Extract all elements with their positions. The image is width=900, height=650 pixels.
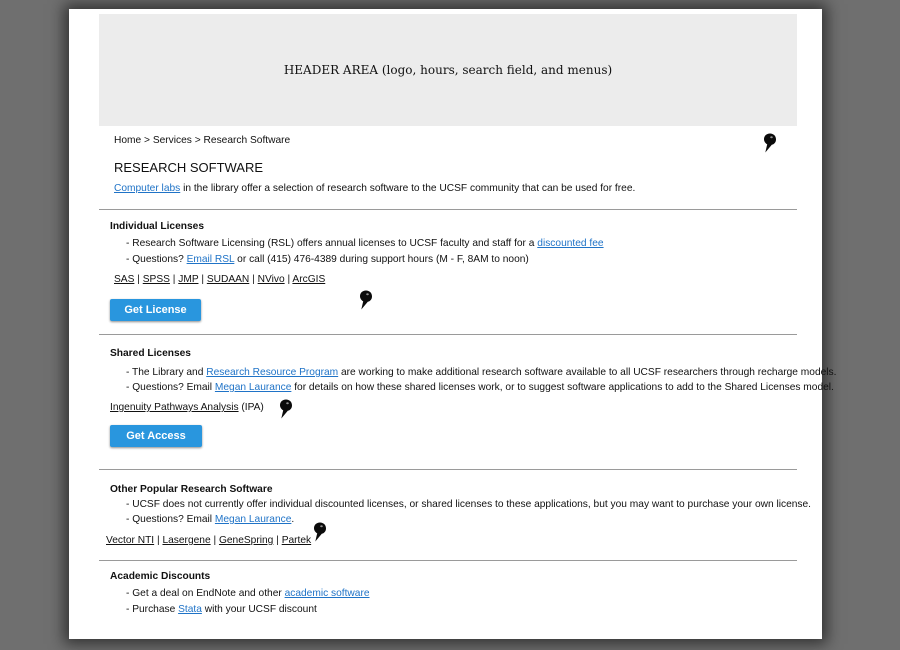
megan-laurance-link[interactable]: Megan Laurance (215, 514, 291, 525)
other-bullet-2-post: . (291, 514, 295, 525)
individual-bullet-2-post: or call (415) 476-4389 during support ho… (234, 254, 529, 265)
individual-bullet-1-text: - Research Software Licensing (RSL) offe… (126, 238, 538, 249)
academic-bullet-2-post: with your UCSF discount (201, 604, 317, 615)
shared-licenses-heading: Shared Licenses (110, 348, 191, 359)
map-pin-icon (764, 133, 776, 153)
individual-software-list: SAS | SPSS | JMP | SUDAAN | NVivo | ArcG… (114, 274, 325, 285)
get-license-button[interactable]: Get License (110, 299, 201, 321)
list-separator: | (213, 535, 217, 546)
section-divider (99, 209, 797, 210)
list-separator: | (201, 274, 204, 285)
individual-licenses-heading: Individual Licenses (110, 221, 204, 232)
other-software-list: Vector NTI | Lasergene | GeneSpring | Pa… (106, 535, 311, 546)
individual-bullet-2: - Questions? Email RSL or call (415) 476… (126, 254, 529, 265)
shared-software-list: Ingenuity Pathways Analysis (IPA) (110, 402, 264, 413)
email-rsl-link[interactable]: Email RSL (187, 254, 235, 265)
breadcrumb-separator: > (144, 135, 150, 146)
breadcrumb-home[interactable]: Home (114, 135, 141, 146)
other-bullet-1: - UCSF does not currently offer individu… (126, 499, 811, 510)
sudaan-link[interactable]: SUDAAN (207, 274, 249, 285)
list-separator: | (172, 274, 176, 285)
section-divider (99, 469, 797, 470)
megan-laurance-link[interactable]: Megan Laurance (215, 382, 291, 393)
section-divider (99, 334, 797, 335)
intro-paragraph: Computer labs in the library offer a sel… (114, 183, 635, 194)
map-pin-icon (280, 399, 292, 419)
vector-nti-link[interactable]: Vector NTI (106, 535, 154, 546)
page-canvas: HEADER AREA (logo, hours, search field, … (69, 9, 836, 639)
academic-bullet-1: - Get a deal on EndNote and other academ… (126, 588, 370, 599)
spss-link[interactable]: SPSS (143, 274, 170, 285)
breadcrumb-separator: > (194, 135, 201, 146)
map-pin-icon (314, 522, 326, 542)
header-placeholder-text: HEADER AREA (logo, hours, search field, … (283, 63, 613, 77)
individual-bullet-1: - Research Software Licensing (RSL) offe… (126, 238, 604, 249)
discounted-fee-link[interactable]: discounted fee (537, 238, 603, 249)
shared-bullet-1-pre: - The Library and (126, 367, 207, 378)
list-separator: | (276, 535, 279, 546)
shared-bullet-2-pre: - Questions? Email (126, 382, 215, 393)
intro-text: in the library offer a selection of rese… (180, 183, 636, 194)
list-separator: | (156, 535, 160, 546)
ipa-suffix: (IPA) (238, 402, 264, 413)
academic-bullet-2: - Purchase Stata with your UCSF discount (126, 604, 317, 615)
academic-software-link[interactable]: academic software (285, 588, 370, 599)
section-divider (99, 560, 797, 561)
breadcrumb-services[interactable]: Services (153, 135, 192, 146)
academic-bullet-1-pre: - Get a deal on EndNote and other (126, 588, 285, 599)
research-resource-program-link[interactable]: Research Resource Program (206, 367, 338, 378)
academic-bullet-2-pre: - Purchase (126, 604, 179, 615)
shared-bullet-2: - Questions? Email Megan Laurance for de… (126, 382, 834, 393)
breadcrumb-current: Research Software (203, 135, 291, 146)
other-bullet-2-pre: - Questions? Email (126, 514, 215, 525)
stata-link[interactable]: Stata (178, 604, 202, 615)
shared-bullet-1-post: are working to make additional research … (338, 367, 837, 378)
genespring-link[interactable]: GeneSpring (219, 535, 273, 546)
page-title: RESEARCH SOFTWARE (114, 160, 264, 175)
ingenuity-pathways-analysis-link[interactable]: Ingenuity Pathways Analysis (110, 402, 239, 413)
list-separator: | (252, 274, 255, 285)
shared-bullet-1: - The Library and Research Resource Prog… (126, 367, 836, 378)
nvivo-link[interactable]: NVivo (258, 274, 285, 285)
jmp-link[interactable]: JMP (178, 274, 198, 285)
individual-bullet-2-pre: - Questions? (126, 254, 187, 265)
map-pin-icon (360, 290, 372, 310)
sas-link[interactable]: SAS (114, 274, 134, 285)
partek-link[interactable]: Partek (282, 535, 311, 546)
lasergene-link[interactable]: Lasergene (162, 535, 210, 546)
get-access-button[interactable]: Get Access (110, 425, 202, 447)
list-separator: | (137, 274, 140, 285)
other-bullet-2: - Questions? Email Megan Laurance. (126, 514, 294, 525)
computer-labs-link[interactable]: Computer labs (114, 183, 180, 194)
other-software-heading: Other Popular Research Software (110, 484, 273, 495)
breadcrumb: Home > Services > Research Software (114, 135, 290, 146)
header-area: HEADER AREA (logo, hours, search field, … (99, 14, 797, 126)
academic-discounts-heading: Academic Discounts (110, 571, 211, 582)
shared-bullet-2-post: for details on how these shared licenses… (291, 382, 834, 393)
list-separator: | (287, 274, 291, 285)
arcgis-link[interactable]: ArcGIS (292, 274, 325, 285)
